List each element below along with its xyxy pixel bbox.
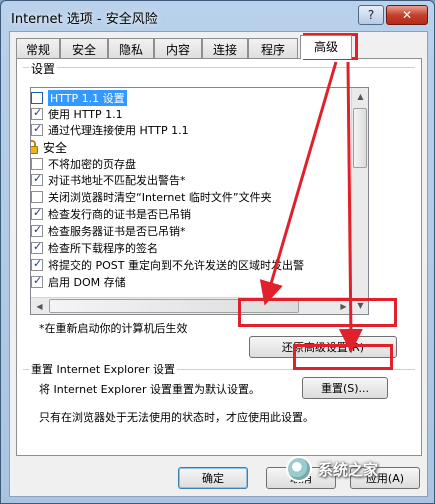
arrow-to-restore <box>259 61 338 306</box>
tab-advanced[interactable]: 高级 <box>300 35 352 59</box>
watermark-logo-icon <box>286 456 312 482</box>
watermark: 系统之家 <box>286 456 378 482</box>
watermark-text: 系统之家 <box>318 460 379 479</box>
annotation-arrows <box>259 61 363 353</box>
arrow-to-reset <box>338 61 363 353</box>
